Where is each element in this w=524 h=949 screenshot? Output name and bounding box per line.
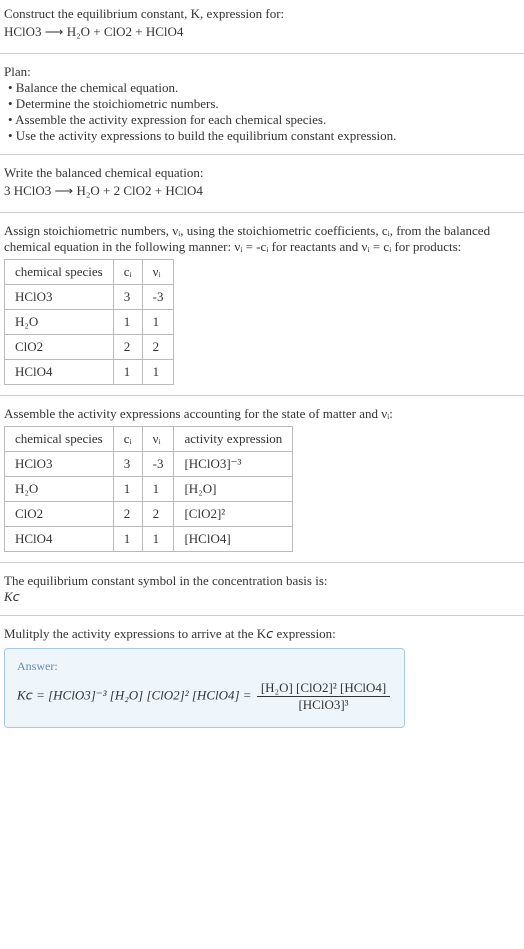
col-expr: activity expression bbox=[174, 426, 293, 451]
answer-fraction: [H₂O] [ClO2]² [HClO4] [HClO3]³ bbox=[257, 680, 390, 713]
table-header-row: chemical species cᵢ νᵢ activity expressi… bbox=[5, 426, 293, 451]
intro-text: Construct the equilibrium constant, K, e… bbox=[4, 6, 520, 43]
table-row: H₂O 1 1 bbox=[5, 309, 174, 334]
unbalanced-equation: HClO3 ⟶ H₂O + ClO2 + HClO4 bbox=[4, 24, 183, 39]
cell-ci: 1 bbox=[113, 476, 142, 501]
multiply-heading: Mulitply the activity expressions to arr… bbox=[4, 626, 520, 642]
balanced-section: Write the balanced chemical equation: 3 … bbox=[0, 159, 524, 208]
col-species: chemical species bbox=[5, 426, 114, 451]
activity-heading: Assemble the activity expressions accoun… bbox=[4, 406, 520, 422]
divider bbox=[0, 154, 524, 155]
cell-ci: 3 bbox=[113, 284, 142, 309]
col-species: chemical species bbox=[5, 259, 114, 284]
activity-table: chemical species cᵢ νᵢ activity expressi… bbox=[4, 426, 293, 552]
cell-ci: 2 bbox=[113, 334, 142, 359]
answer-label: Answer: bbox=[17, 659, 392, 674]
table-row: HClO4 1 1 bbox=[5, 359, 174, 384]
cell-species: HClO3 bbox=[5, 451, 114, 476]
answer-lhs: K𝘤 = [HClO3]⁻³ [H₂O] [ClO2]² [HClO4] = bbox=[17, 687, 255, 702]
divider bbox=[0, 615, 524, 616]
divider bbox=[0, 53, 524, 54]
cell-species: ClO2 bbox=[5, 334, 114, 359]
table-row: ClO2 2 2 [ClO2]² bbox=[5, 501, 293, 526]
plan-item: • Determine the stoichiometric numbers. bbox=[4, 96, 520, 112]
answer-equation: K𝘤 = [HClO3]⁻³ [H₂O] [ClO2]² [HClO4] = [… bbox=[17, 680, 392, 713]
stoich-heading: Assign stoichiometric numbers, νᵢ, using… bbox=[4, 223, 520, 255]
stoich-table: chemical species cᵢ νᵢ HClO3 3 -3 H₂O 1 … bbox=[4, 259, 174, 385]
cell-vi: 1 bbox=[142, 476, 174, 501]
kc-symbol: K𝘤 bbox=[4, 589, 520, 605]
table-row: HClO4 1 1 [HClO4] bbox=[5, 526, 293, 551]
cell-vi: -3 bbox=[142, 451, 174, 476]
divider bbox=[0, 212, 524, 213]
answer-denominator: [HClO3]³ bbox=[257, 697, 390, 713]
col-vi: νᵢ bbox=[142, 426, 174, 451]
cell-expr: [H₂O] bbox=[174, 476, 293, 501]
table-row: H₂O 1 1 [H₂O] bbox=[5, 476, 293, 501]
col-vi: νᵢ bbox=[142, 259, 174, 284]
cell-vi: 1 bbox=[142, 359, 174, 384]
cell-species: HClO3 bbox=[5, 284, 114, 309]
kc-symbol-section: The equilibrium constant symbol in the c… bbox=[0, 567, 524, 611]
cell-ci: 1 bbox=[113, 309, 142, 334]
plan-section: Plan: • Balance the chemical equation. •… bbox=[0, 58, 524, 150]
table-row: HClO3 3 -3 bbox=[5, 284, 174, 309]
intro-line1: Construct the equilibrium constant, K, e… bbox=[4, 6, 284, 21]
cell-ci: 1 bbox=[113, 526, 142, 551]
plan-item: • Assemble the activity expression for e… bbox=[4, 112, 520, 128]
cell-ci: 1 bbox=[113, 359, 142, 384]
cell-species: HClO4 bbox=[5, 359, 114, 384]
cell-expr: [HClO4] bbox=[174, 526, 293, 551]
cell-vi: 2 bbox=[142, 501, 174, 526]
cell-expr: [HClO3]⁻³ bbox=[174, 451, 293, 476]
multiply-section: Mulitply the activity expressions to arr… bbox=[0, 620, 524, 734]
plan-heading: Plan: bbox=[4, 64, 520, 80]
activity-section: Assemble the activity expressions accoun… bbox=[0, 400, 524, 558]
col-ci: cᵢ bbox=[113, 259, 142, 284]
intro-section: Construct the equilibrium constant, K, e… bbox=[0, 0, 524, 49]
cell-species: ClO2 bbox=[5, 501, 114, 526]
balanced-heading: Write the balanced chemical equation: bbox=[4, 165, 520, 181]
cell-species: H₂O bbox=[5, 309, 114, 334]
cell-ci: 2 bbox=[113, 501, 142, 526]
answer-numerator: [H₂O] [ClO2]² [HClO4] bbox=[257, 680, 390, 697]
answer-box: Answer: K𝘤 = [HClO3]⁻³ [H₂O] [ClO2]² [HC… bbox=[4, 648, 405, 728]
divider bbox=[0, 395, 524, 396]
table-header-row: chemical species cᵢ νᵢ bbox=[5, 259, 174, 284]
plan-item: • Balance the chemical equation. bbox=[4, 80, 520, 96]
stoich-section: Assign stoichiometric numbers, νᵢ, using… bbox=[0, 217, 524, 391]
cell-vi: 2 bbox=[142, 334, 174, 359]
cell-vi: 1 bbox=[142, 526, 174, 551]
plan-item: • Use the activity expressions to build … bbox=[4, 128, 520, 144]
cell-species: HClO4 bbox=[5, 526, 114, 551]
table-row: ClO2 2 2 bbox=[5, 334, 174, 359]
divider bbox=[0, 562, 524, 563]
cell-vi: -3 bbox=[142, 284, 174, 309]
col-ci: cᵢ bbox=[113, 426, 142, 451]
table-row: HClO3 3 -3 [HClO3]⁻³ bbox=[5, 451, 293, 476]
balanced-equation: 3 HClO3 ⟶ H₂O + 2 ClO2 + HClO4 bbox=[4, 181, 520, 202]
cell-ci: 3 bbox=[113, 451, 142, 476]
cell-expr: [ClO2]² bbox=[174, 501, 293, 526]
cell-vi: 1 bbox=[142, 309, 174, 334]
cell-species: H₂O bbox=[5, 476, 114, 501]
kc-symbol-heading: The equilibrium constant symbol in the c… bbox=[4, 573, 520, 589]
